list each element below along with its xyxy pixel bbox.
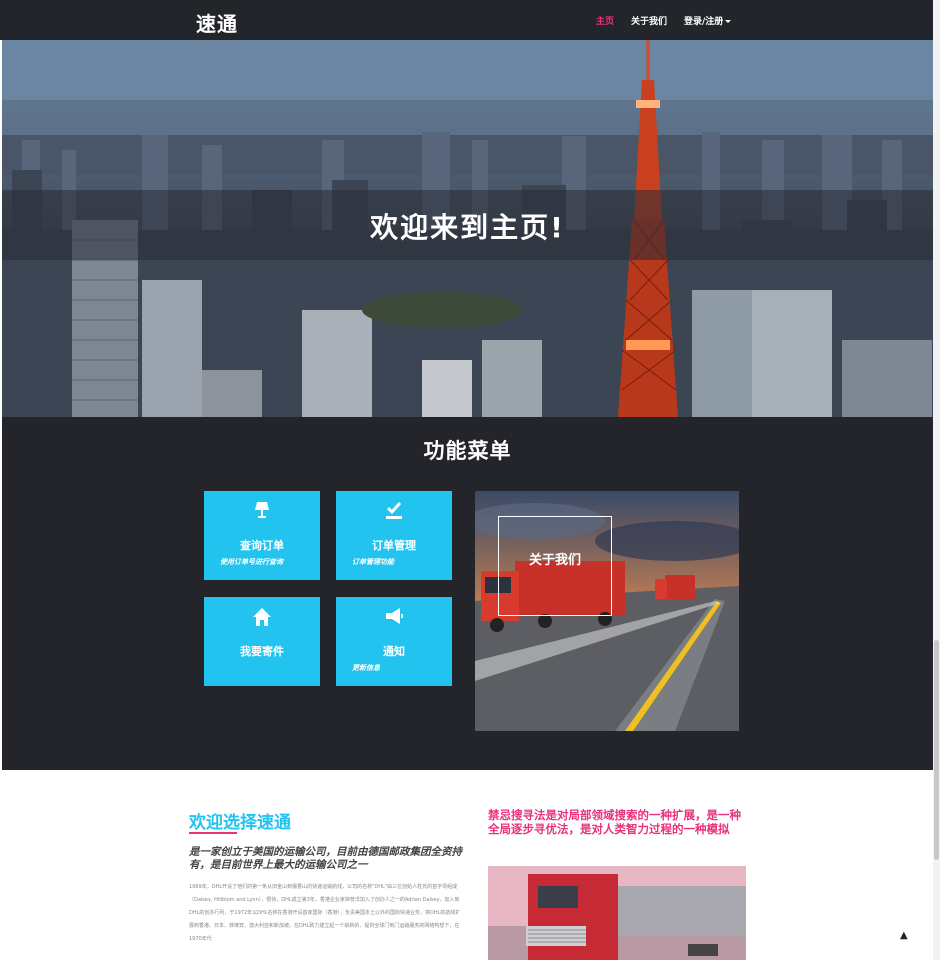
navbar: 速通 主页 关于我们 登录/注册 xyxy=(0,0,933,40)
brand-logo[interactable]: 速通 xyxy=(196,8,238,37)
welcome-section: 欢迎选择速通 是一家创立于美国的运输公司，目前由德国邮政集团全资持有，是目前世界… xyxy=(0,770,933,960)
truck-side-image xyxy=(488,866,746,960)
about-us-card[interactable]: 关于我们 xyxy=(475,491,739,731)
nav-about[interactable]: 关于我们 xyxy=(631,14,667,27)
tile-send-package[interactable]: 我要寄件 xyxy=(204,597,320,686)
tile-notice-label: 通知 xyxy=(383,645,405,658)
caret-down-icon xyxy=(725,20,732,23)
welcome-underline xyxy=(189,832,237,834)
welcome-subtitle: 是一家创立于美国的运输公司，目前由德国邮政集团全资持有，是目前世界上最大的运输公… xyxy=(189,846,462,871)
tile-query-order[interactable]: 查询订单 使用订单号进行查询 xyxy=(204,491,320,580)
lamp-icon xyxy=(204,501,320,525)
tile-order-management-sub: 订单管理功能 xyxy=(352,558,394,566)
welcome-title: 欢迎选择速通 xyxy=(189,813,291,833)
page: 速通 主页 关于我们 登录/注册 欢迎来到主页! 功能菜单 查询订单 使用订单号… xyxy=(0,0,940,960)
tile-query-order-label: 查询订单 xyxy=(240,539,284,552)
scrollbar-thumb[interactable] xyxy=(934,640,939,860)
nav-home[interactable]: 主页 xyxy=(596,14,614,27)
nav-login-register[interactable]: 登录/注册 xyxy=(684,14,732,27)
menu-title: 功能菜单 xyxy=(423,439,512,463)
scrollbar[interactable] xyxy=(933,0,940,960)
tile-send-package-label: 我要寄件 xyxy=(240,645,284,658)
tile-notice-sub: 更新信息 xyxy=(352,664,380,672)
checklist-icon xyxy=(336,501,452,525)
about-us-label: 关于我们 xyxy=(528,553,581,568)
hero-title: 欢迎来到主页! xyxy=(370,211,565,244)
welcome-body: 1969年，DHL开设了他们的第一条从旧金山到檀香山的快递运输航线，公司的名称"… xyxy=(189,884,461,942)
tile-order-management-label: 订单管理 xyxy=(372,539,416,552)
nav-login-register-label: 登录/注册 xyxy=(684,17,724,27)
back-to-top-icon[interactable]: ▲ xyxy=(900,930,908,941)
hero-banner: 欢迎来到主页! xyxy=(2,40,933,417)
tile-query-order-sub: 使用订单号进行查询 xyxy=(220,558,283,566)
side-title: 禁忌搜寻法是对局部领域搜索的一种扩展，是一种全局逐步寻优法，是对人类智力过程的一… xyxy=(488,808,741,836)
home-icon xyxy=(204,607,320,631)
menu-section: 功能菜单 查询订单 使用订单号进行查询 订单管理 订单管理功能 我要寄件 通知 … xyxy=(2,417,933,770)
tile-notice[interactable]: 通知 更新信息 xyxy=(336,597,452,686)
tile-order-management[interactable]: 订单管理 订单管理功能 xyxy=(336,491,452,580)
megaphone-icon xyxy=(336,607,452,629)
